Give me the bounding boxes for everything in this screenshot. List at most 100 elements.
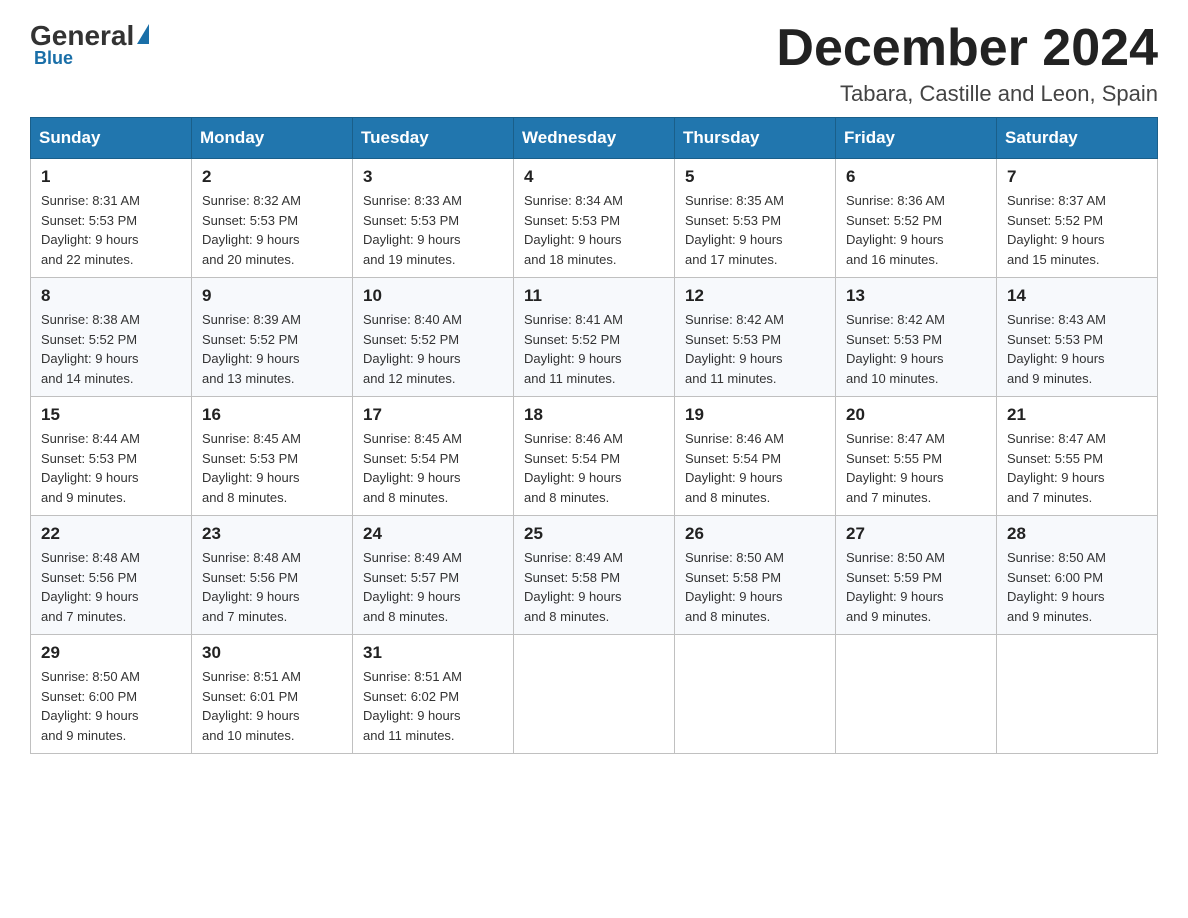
day-cell: 2 Sunrise: 8:32 AMSunset: 5:53 PMDaylight… — [192, 159, 353, 278]
day-number: 26 — [685, 524, 825, 544]
page-header: General Blue December 2024 Tabara, Casti… — [30, 20, 1158, 107]
day-info: Sunrise: 8:40 AMSunset: 5:52 PMDaylight:… — [363, 310, 503, 388]
column-header-friday: Friday — [836, 118, 997, 159]
day-info: Sunrise: 8:38 AMSunset: 5:52 PMDaylight:… — [41, 310, 181, 388]
day-info: Sunrise: 8:46 AMSunset: 5:54 PMDaylight:… — [524, 429, 664, 507]
day-number: 12 — [685, 286, 825, 306]
day-number: 20 — [846, 405, 986, 425]
day-info: Sunrise: 8:49 AMSunset: 5:57 PMDaylight:… — [363, 548, 503, 626]
logo: General Blue — [30, 20, 152, 69]
column-header-sunday: Sunday — [31, 118, 192, 159]
day-info: Sunrise: 8:50 AMSunset: 6:00 PMDaylight:… — [41, 667, 181, 745]
logo-triangle-icon — [137, 24, 149, 44]
day-info: Sunrise: 8:33 AMSunset: 5:53 PMDaylight:… — [363, 191, 503, 269]
day-cell: 3 Sunrise: 8:33 AMSunset: 5:53 PMDaylight… — [353, 159, 514, 278]
day-info: Sunrise: 8:49 AMSunset: 5:58 PMDaylight:… — [524, 548, 664, 626]
day-info: Sunrise: 8:42 AMSunset: 5:53 PMDaylight:… — [685, 310, 825, 388]
day-number: 25 — [524, 524, 664, 544]
day-cell — [836, 635, 997, 754]
day-number: 7 — [1007, 167, 1147, 187]
day-cell: 16 Sunrise: 8:45 AMSunset: 5:53 PMDayligh… — [192, 397, 353, 516]
week-row-5: 29 Sunrise: 8:50 AMSunset: 6:00 PMDayligh… — [31, 635, 1158, 754]
calendar-header-row: SundayMondayTuesdayWednesdayThursdayFrid… — [31, 118, 1158, 159]
day-info: Sunrise: 8:51 AMSunset: 6:02 PMDaylight:… — [363, 667, 503, 745]
calendar-table: SundayMondayTuesdayWednesdayThursdayFrid… — [30, 117, 1158, 754]
day-cell: 26 Sunrise: 8:50 AMSunset: 5:58 PMDayligh… — [675, 516, 836, 635]
day-number: 14 — [1007, 286, 1147, 306]
day-number: 17 — [363, 405, 503, 425]
day-cell: 29 Sunrise: 8:50 AMSunset: 6:00 PMDayligh… — [31, 635, 192, 754]
day-info: Sunrise: 8:48 AMSunset: 5:56 PMDaylight:… — [202, 548, 342, 626]
day-number: 5 — [685, 167, 825, 187]
day-number: 21 — [1007, 405, 1147, 425]
day-cell: 11Sunrise: 8:41 AMSunset: 5:52 PMDayligh… — [514, 278, 675, 397]
day-cell: 20 Sunrise: 8:47 AMSunset: 5:55 PMDayligh… — [836, 397, 997, 516]
day-cell: 15 Sunrise: 8:44 AMSunset: 5:53 PMDayligh… — [31, 397, 192, 516]
day-number: 2 — [202, 167, 342, 187]
day-cell: 31 Sunrise: 8:51 AMSunset: 6:02 PMDayligh… — [353, 635, 514, 754]
day-cell: 12 Sunrise: 8:42 AMSunset: 5:53 PMDayligh… — [675, 278, 836, 397]
day-info: Sunrise: 8:32 AMSunset: 5:53 PMDaylight:… — [202, 191, 342, 269]
day-number: 18 — [524, 405, 664, 425]
day-info: Sunrise: 8:47 AMSunset: 5:55 PMDaylight:… — [846, 429, 986, 507]
day-info: Sunrise: 8:50 AMSunset: 5:58 PMDaylight:… — [685, 548, 825, 626]
title-block: December 2024 Tabara, Castille and Leon,… — [776, 20, 1158, 107]
day-cell: 19Sunrise: 8:46 AMSunset: 5:54 PMDayligh… — [675, 397, 836, 516]
day-info: Sunrise: 8:34 AMSunset: 5:53 PMDaylight:… — [524, 191, 664, 269]
day-cell: 25 Sunrise: 8:49 AMSunset: 5:58 PMDayligh… — [514, 516, 675, 635]
location-title: Tabara, Castille and Leon, Spain — [776, 81, 1158, 107]
day-info: Sunrise: 8:50 AMSunset: 6:00 PMDaylight:… — [1007, 548, 1147, 626]
day-number: 16 — [202, 405, 342, 425]
day-info: Sunrise: 8:43 AMSunset: 5:53 PMDaylight:… — [1007, 310, 1147, 388]
day-cell: 14 Sunrise: 8:43 AMSunset: 5:53 PMDayligh… — [997, 278, 1158, 397]
day-info: Sunrise: 8:51 AMSunset: 6:01 PMDaylight:… — [202, 667, 342, 745]
day-cell: 22 Sunrise: 8:48 AMSunset: 5:56 PMDayligh… — [31, 516, 192, 635]
day-number: 29 — [41, 643, 181, 663]
day-cell: 9Sunrise: 8:39 AMSunset: 5:52 PMDaylight… — [192, 278, 353, 397]
day-cell: 8 Sunrise: 8:38 AMSunset: 5:52 PMDaylight… — [31, 278, 192, 397]
day-number: 9 — [202, 286, 342, 306]
day-info: Sunrise: 8:45 AMSunset: 5:54 PMDaylight:… — [363, 429, 503, 507]
day-info: Sunrise: 8:48 AMSunset: 5:56 PMDaylight:… — [41, 548, 181, 626]
day-cell: 13 Sunrise: 8:42 AMSunset: 5:53 PMDayligh… — [836, 278, 997, 397]
day-cell: 23Sunrise: 8:48 AMSunset: 5:56 PMDayligh… — [192, 516, 353, 635]
day-info: Sunrise: 8:46 AMSunset: 5:54 PMDaylight:… — [685, 429, 825, 507]
day-number: 11 — [524, 286, 664, 306]
column-header-tuesday: Tuesday — [353, 118, 514, 159]
day-cell: 6Sunrise: 8:36 AMSunset: 5:52 PMDaylight… — [836, 159, 997, 278]
day-number: 10 — [363, 286, 503, 306]
day-cell: 5 Sunrise: 8:35 AMSunset: 5:53 PMDaylight… — [675, 159, 836, 278]
day-number: 28 — [1007, 524, 1147, 544]
day-number: 8 — [41, 286, 181, 306]
day-cell: 21 Sunrise: 8:47 AMSunset: 5:55 PMDayligh… — [997, 397, 1158, 516]
month-title: December 2024 — [776, 20, 1158, 77]
day-cell: 1Sunrise: 8:31 AMSunset: 5:53 PMDaylight… — [31, 159, 192, 278]
column-header-saturday: Saturday — [997, 118, 1158, 159]
day-number: 24 — [363, 524, 503, 544]
day-cell: 24 Sunrise: 8:49 AMSunset: 5:57 PMDayligh… — [353, 516, 514, 635]
day-number: 13 — [846, 286, 986, 306]
day-cell: 27 Sunrise: 8:50 AMSunset: 5:59 PMDayligh… — [836, 516, 997, 635]
day-number: 31 — [363, 643, 503, 663]
day-info: Sunrise: 8:37 AMSunset: 5:52 PMDaylight:… — [1007, 191, 1147, 269]
day-info: Sunrise: 8:47 AMSunset: 5:55 PMDaylight:… — [1007, 429, 1147, 507]
day-number: 3 — [363, 167, 503, 187]
day-info: Sunrise: 8:31 AMSunset: 5:53 PMDaylight:… — [41, 191, 181, 269]
column-header-monday: Monday — [192, 118, 353, 159]
day-number: 6 — [846, 167, 986, 187]
day-cell: 30 Sunrise: 8:51 AMSunset: 6:01 PMDayligh… — [192, 635, 353, 754]
day-number: 30 — [202, 643, 342, 663]
day-info: Sunrise: 8:42 AMSunset: 5:53 PMDaylight:… — [846, 310, 986, 388]
day-number: 27 — [846, 524, 986, 544]
day-cell: 17 Sunrise: 8:45 AMSunset: 5:54 PMDayligh… — [353, 397, 514, 516]
day-info: Sunrise: 8:45 AMSunset: 5:53 PMDaylight:… — [202, 429, 342, 507]
day-cell: 4Sunrise: 8:34 AMSunset: 5:53 PMDaylight… — [514, 159, 675, 278]
week-row-4: 22 Sunrise: 8:48 AMSunset: 5:56 PMDayligh… — [31, 516, 1158, 635]
day-number: 22 — [41, 524, 181, 544]
day-info: Sunrise: 8:35 AMSunset: 5:53 PMDaylight:… — [685, 191, 825, 269]
day-info: Sunrise: 8:50 AMSunset: 5:59 PMDaylight:… — [846, 548, 986, 626]
day-number: 15 — [41, 405, 181, 425]
day-cell: 28 Sunrise: 8:50 AMSunset: 6:00 PMDayligh… — [997, 516, 1158, 635]
day-info: Sunrise: 8:44 AMSunset: 5:53 PMDaylight:… — [41, 429, 181, 507]
column-header-thursday: Thursday — [675, 118, 836, 159]
